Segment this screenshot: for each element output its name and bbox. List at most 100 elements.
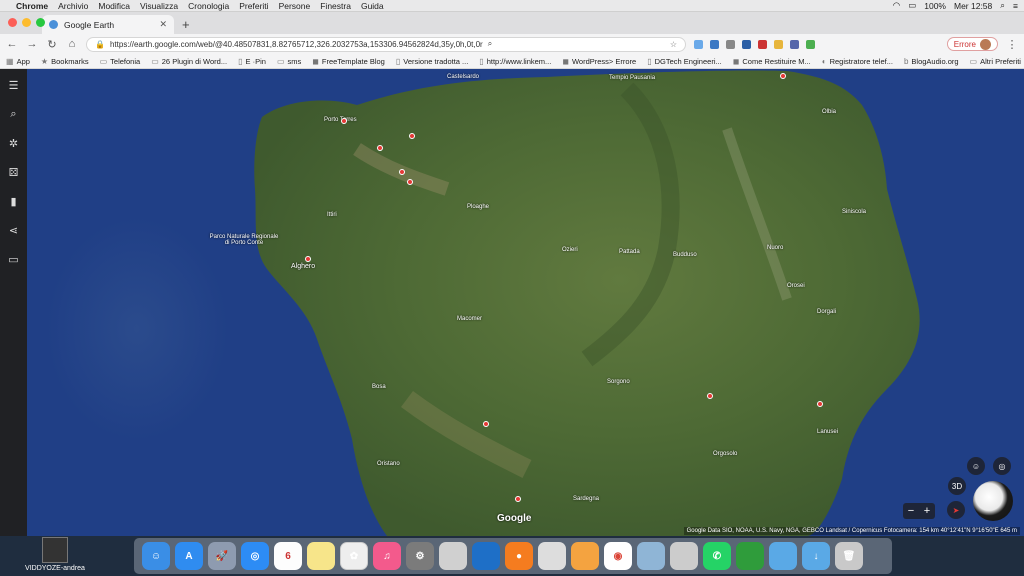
bookmark-blogaudio[interactable]: b BlogAudio.org (904, 57, 959, 66)
bookmark-star-icon[interactable]: ☆ (670, 40, 677, 49)
bookmark-wordpress[interactable]: ◼ WordPress> Errore (562, 57, 636, 66)
extension-icon[interactable] (726, 39, 735, 49)
zoom-window-button[interactable] (36, 18, 45, 27)
bookmark-freetemplate[interactable]: ◼ FreeTemplate Blog (312, 57, 385, 66)
bookmark-linkem[interactable]: ▯ http://www.linkem... (479, 57, 551, 66)
placemark-pin[interactable] (483, 421, 489, 427)
home-icon[interactable]: ⌂ (66, 38, 78, 50)
extension-icon[interactable] (758, 39, 767, 49)
extension-icon[interactable] (774, 39, 783, 49)
whatsapp-icon[interactable]: ✆ (703, 542, 731, 570)
earth-map-view[interactable]: Castelsardo Tempio Pausania Olbia Algher… (27, 69, 1024, 536)
wifi-icon[interactable]: ◠ (893, 0, 900, 11)
calendar-icon[interactable]: 6 (274, 542, 302, 570)
bookmark-telefonia[interactable]: ▭ Telefonia (100, 57, 141, 66)
chrome-icon[interactable]: ◉ (604, 542, 632, 570)
menu-app-name[interactable]: Chrome (16, 1, 48, 11)
placemark-pin[interactable] (341, 118, 347, 124)
bookmark-bookmarks[interactable]: ★ Bookmarks (41, 57, 89, 66)
location-target-icon[interactable]: ◎ (993, 457, 1011, 475)
keynote-icon[interactable] (472, 542, 500, 570)
notes-icon[interactable] (307, 542, 335, 570)
downloads-icon[interactable]: ↓ (802, 542, 830, 570)
preview-icon[interactable] (637, 542, 665, 570)
extension-icon[interactable] (710, 39, 719, 49)
safari-icon[interactable]: ◎ (241, 542, 269, 570)
bookmark-plugin-word[interactable]: ▭ 26 Plugin di Word... (151, 57, 227, 66)
placemark-pin[interactable] (817, 401, 823, 407)
scanner-icon[interactable] (439, 542, 467, 570)
textedit-icon[interactable] (538, 542, 566, 570)
extension-icon[interactable] (742, 39, 751, 49)
finder-icon[interactable]: ☺ (142, 542, 170, 570)
launchpad-icon[interactable]: 🚀 (208, 542, 236, 570)
lock-icon[interactable]: 🔒 (95, 40, 105, 49)
share-icon[interactable]: ⋖ (9, 224, 18, 237)
tab-google-earth[interactable]: Google Earth ✕ (42, 15, 174, 34)
search-icon[interactable]: ⌕ (1000, 0, 1005, 11)
photos-icon[interactable]: ✿ (340, 542, 368, 570)
menu-visualizza[interactable]: Visualizza (140, 1, 178, 11)
extension-icon[interactable] (806, 39, 815, 49)
zoom-out-button[interactable]: − (908, 505, 914, 517)
menu-guida[interactable]: Guida (361, 1, 384, 11)
bookmark-come-restituire[interactable]: ◼ Come Restituire M... (733, 57, 811, 66)
forward-icon[interactable]: → (26, 38, 38, 50)
close-icon[interactable]: ✕ (159, 19, 167, 30)
placemark-pin[interactable] (707, 393, 713, 399)
new-tab-button[interactable]: + (182, 15, 190, 34)
app-store-icon[interactable]: A (175, 542, 203, 570)
menu-list-icon[interactable]: ≡ (1013, 1, 1018, 11)
itunes-icon[interactable]: ♫ (373, 542, 401, 570)
measure-ruler-icon[interactable]: ▭ (8, 253, 18, 266)
bookmark-dgtech[interactable]: ▯ DGTech Engineeri... (647, 57, 722, 66)
url-text[interactable]: https://earth.google.com/web/@40.4850783… (110, 40, 483, 49)
firefox-icon[interactable]: ● (505, 542, 533, 570)
zoom-in-button[interactable]: + (924, 505, 930, 517)
printer-icon[interactable] (670, 542, 698, 570)
more-menu-icon[interactable]: ⋮ (1006, 38, 1018, 51)
reload-icon[interactable]: ↻ (46, 38, 58, 51)
feeling-lucky-dice-icon[interactable]: ⚄ (9, 166, 19, 179)
menu-archivio[interactable]: Archivio (58, 1, 88, 11)
clock[interactable]: Mer 12:58 (954, 1, 992, 11)
menu-preferiti[interactable]: Preferiti (239, 1, 268, 11)
extension-icon[interactable] (790, 39, 799, 49)
placemark-pin[interactable] (780, 73, 786, 79)
placemark-pin[interactable] (377, 145, 383, 151)
bookmark-registratore[interactable]: ◐ Registratore telef... (822, 57, 893, 66)
minimize-window-button[interactable] (22, 18, 31, 27)
toggle-3d-button[interactable]: 3D (948, 477, 966, 495)
extension-icon[interactable] (694, 39, 703, 49)
pegman-streetview-icon[interactable]: ☺ (967, 457, 985, 475)
placemark-pin[interactable] (399, 169, 405, 175)
camtasia-icon[interactable] (736, 542, 764, 570)
projects-bookmark-icon[interactable]: ▮ (10, 195, 16, 208)
menu-hamburger-icon[interactable]: ☰ (9, 79, 19, 92)
close-window-button[interactable] (8, 18, 17, 27)
bookmark-sms[interactable]: ▭ sms (277, 57, 301, 66)
trash-icon[interactable]: 🗑 (835, 542, 863, 570)
desktop-file[interactable]: VIDDYOZE-andrea (20, 536, 90, 572)
placemark-pin[interactable] (305, 256, 311, 262)
bookmark-apps[interactable]: ▦ App (6, 57, 30, 66)
menu-cronologia[interactable]: Cronologia (188, 1, 229, 11)
compass-icon[interactable]: ➤ (947, 501, 965, 519)
zoom-glass-icon[interactable]: ⌕ (488, 39, 492, 49)
pages-icon[interactable] (571, 542, 599, 570)
system-prefs-icon[interactable]: ⚙ (406, 542, 434, 570)
search-icon[interactable]: ⌕ (10, 108, 16, 121)
bookmark-epin[interactable]: ▯ E ·Pin (238, 57, 266, 66)
placemark-pin[interactable] (407, 179, 413, 185)
menu-finestra[interactable]: Finestra (320, 1, 351, 11)
menu-modifica[interactable]: Modifica (98, 1, 130, 11)
placemark-pin[interactable] (515, 496, 521, 502)
profile-error-button[interactable]: Errore (946, 37, 998, 51)
voyager-icon[interactable]: ✲ (9, 137, 18, 150)
menu-persone[interactable]: Persone (279, 1, 311, 11)
folder-icon[interactable] (769, 542, 797, 570)
back-icon[interactable]: ← (6, 38, 18, 50)
battery-icon[interactable]: ▭ (908, 0, 916, 11)
bookmark-other[interactable]: ▭ Altri Preferiti (970, 57, 1021, 66)
address-bar[interactable]: 🔒 https://earth.google.com/web/@40.48507… (86, 36, 686, 52)
